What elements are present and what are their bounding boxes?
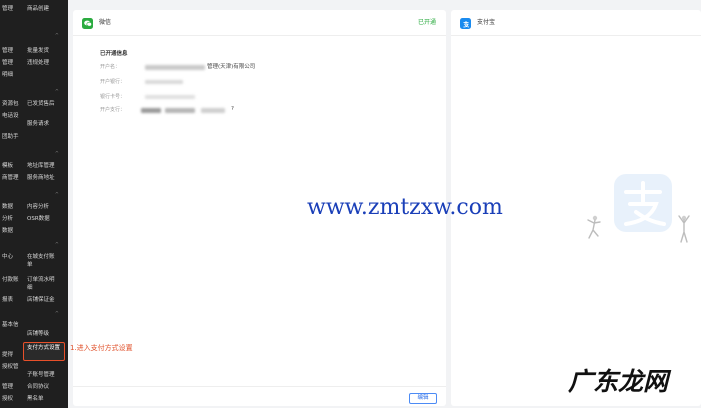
sidebar-item[interactable]: 合同协议 [27,384,49,391]
sidebar-group-label[interactable]: 资源包 [2,101,19,108]
redacted-value [145,80,183,84]
collapse-caret-icon[interactable]: ^ [55,152,59,157]
sidebar-item-payment-settings[interactable]: 支付方式设置 [23,342,65,361]
sidebar-group-label[interactable]: 模板 [2,163,13,170]
sidebar-group-label[interactable]: 分析 [2,216,13,223]
sidebar-item[interactable]: 订单流水明 [27,277,55,284]
redacted-value [145,65,205,70]
alipay-icon [460,18,471,29]
card-title: 支付宝 [477,19,496,26]
sidebar-group-label[interactable]: 电话设 [2,113,19,120]
collapse-caret-icon[interactable]: ^ [55,243,59,248]
sidebar-item[interactable]: 已发货售后 [27,101,55,108]
sidebar-group-label[interactable]: 管理 [2,48,13,55]
collapse-caret-icon[interactable]: ^ [55,312,59,317]
collapse-caret-icon[interactable]: ^ [55,193,59,198]
sidebar-item[interactable]: 店铺保证金 [27,297,55,304]
sidebar-item[interactable]: 黑名单 [27,396,44,403]
edit-button[interactable]: 编辑 [409,393,437,404]
field-label: 开户支行： [100,107,126,113]
watermark-text: www.zmtzxw.com [307,195,503,220]
sidebar-group-label[interactable]: 授权 [2,396,13,403]
sidebar-group-label[interactable]: 提得 [2,352,13,359]
field-label: 开户银行： [100,79,126,85]
sidebar-group-label[interactable]: 中心 [2,254,13,261]
sidebar-group-label[interactable]: 基本信 [2,322,19,329]
sidebar-item[interactable]: 地址库管理 [27,163,55,170]
sidebar-group-label[interactable]: 报表 [2,297,13,304]
sidebar-group-label[interactable]: 数据 [2,228,13,235]
sidebar-group-label[interactable]: 付款账 [2,277,19,284]
card-header: 微信 已开通 [73,10,446,36]
alipay-empty-illustration [587,174,690,243]
sidebar-item[interactable]: 店铺等级 [27,331,49,338]
field-label: 银行卡号： [100,94,126,100]
sidebar-item[interactable]: 单 [27,262,33,269]
sidebar-item[interactable]: 服务请求 [27,121,49,128]
sidebar-item[interactable]: 批量发货 [27,48,49,55]
annotation-text: 1.进入支付方式设置 [70,344,133,352]
card-title: 微信 [99,19,112,26]
sidebar-group-label[interactable]: 管理 [2,6,13,13]
field-label: 开户名： [100,64,121,70]
sidebar-group-label[interactable]: 管理 [2,384,13,391]
sidebar-item[interactable]: 在城支付账 [27,254,55,261]
redacted-value [141,108,161,113]
sidebar-item[interactable]: OSR数据 [27,216,50,223]
sidebar-item[interactable]: 细 [27,285,33,292]
sidebar-group-label[interactable]: 授权管 [2,364,19,371]
redacted-value [201,108,225,113]
section-title: 已开通信息 [100,51,128,57]
status-badge: 已开通 [417,19,436,26]
redacted-value [165,108,195,113]
sidebar: 管理 商品创建 管理 批量发货 管理 违规处理 明细 资源包 已发货售后 电话设 服务请求 团助手 模板… [0,0,68,408]
sidebar-group-label[interactable]: 商管理 [2,175,19,182]
card-header: 支付宝 [451,10,701,36]
corner-logo: 广东龙网 [568,367,669,396]
card-footer: 编辑 [73,386,446,406]
branch-value: ? [231,106,234,112]
sidebar-group-label[interactable]: 团助手 [2,134,19,141]
sidebar-item[interactable]: 商品创建 [27,6,49,13]
sidebar-item[interactable]: 内容分析 [27,204,49,211]
sidebar-group-label[interactable]: 管理 [2,60,13,67]
wechat-icon [82,18,93,29]
sidebar-item[interactable]: 违规处理 [27,60,49,67]
redacted-value [145,95,195,99]
sidebar-group-label[interactable]: 数据 [2,204,13,211]
sidebar-item[interactable]: 服务商地址 [27,175,55,182]
collapse-caret-icon[interactable]: ^ [55,90,59,95]
sidebar-group-label[interactable]: 明细 [2,72,13,79]
collapse-caret-icon[interactable]: ^ [55,34,59,39]
account-name-value: 管理(天津)有限公司 [207,64,256,70]
sidebar-item-label: 支付方式设置 [27,345,61,351]
sidebar-item[interactable]: 子账号管理 [27,372,55,379]
